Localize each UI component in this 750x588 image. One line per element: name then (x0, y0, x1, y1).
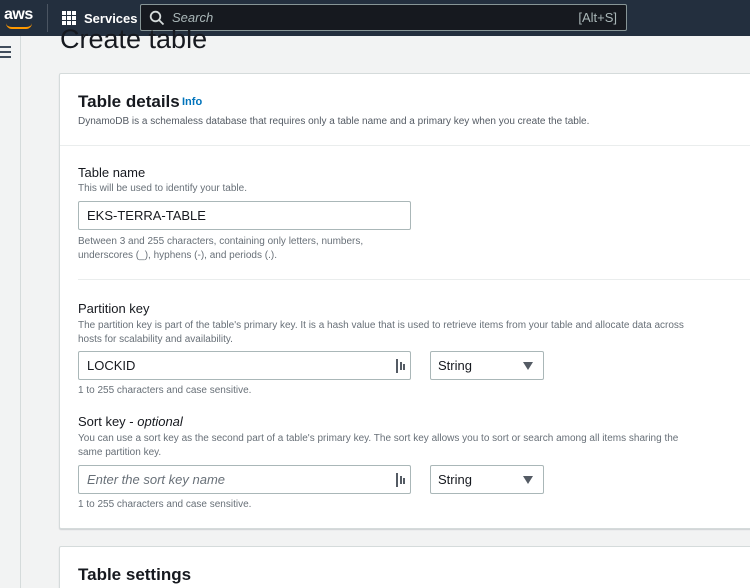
nav-divider (47, 4, 48, 32)
caret-down-icon (523, 362, 533, 370)
sort-key-placeholder: Enter the sort key name (87, 472, 226, 487)
sort-key-optional: optional (137, 414, 183, 429)
password-manager-icon (396, 359, 405, 373)
table-name-input[interactable]: EKS-TERRA-TABLE (78, 201, 411, 230)
sort-key-label-text: Sort key - (78, 414, 138, 429)
table-name-label: Table name (78, 165, 146, 180)
partition-key-hint: 1 to 255 characters and case sensitive. (78, 385, 252, 396)
sort-key-description-line2: same partition key. (78, 447, 162, 458)
sort-key-description-line1: You can use a sort key as the second par… (78, 433, 679, 444)
left-rail-divider (20, 36, 21, 588)
info-link[interactable]: Info (182, 96, 202, 108)
sort-key-hint: 1 to 255 characters and case sensitive. (78, 499, 252, 510)
section-divider (78, 279, 750, 280)
partition-key-input[interactable]: LOCKID (78, 351, 411, 380)
table-details-header: Table details Info DynamoDB is a schemal… (60, 74, 750, 146)
table-name-description: This will be used to identify your table… (78, 183, 247, 194)
partition-key-description-line2: hosts for scalability and availability. (78, 334, 233, 345)
sort-key-type-value: String (438, 472, 472, 487)
partition-key-label: Partition key (78, 301, 150, 316)
aws-smile-icon (6, 23, 32, 29)
table-details-panel: Table details Info DynamoDB is a schemal… (59, 73, 750, 529)
aws-logo-text: aws (4, 6, 33, 23)
table-name-hint-line2: underscores (_), hyphens (-), and period… (78, 250, 277, 261)
partition-key-value: LOCKID (87, 358, 136, 373)
partition-key-type-value: String (438, 358, 472, 373)
password-manager-icon (396, 473, 405, 487)
sort-key-input[interactable]: Enter the sort key name (78, 465, 411, 494)
table-name-hint-line1: Between 3 and 255 characters, containing… (78, 236, 364, 247)
table-name-value: EKS-TERRA-TABLE (87, 208, 206, 223)
table-settings-title: Table settings (78, 565, 192, 584)
search-placeholder: Search (172, 10, 214, 25)
sort-key-type-select[interactable]: String (430, 465, 544, 494)
search-input[interactable]: Search [Alt+S] (140, 4, 627, 31)
search-shortcut: [Alt+S] (578, 10, 617, 25)
caret-down-icon (523, 476, 533, 484)
table-details-description: DynamoDB is a schemaless database that r… (78, 116, 590, 127)
partition-key-description-line1: The partition key is part of the table's… (78, 320, 684, 331)
aws-logo[interactable]: aws (4, 6, 34, 30)
services-grid-icon (62, 11, 76, 25)
partition-key-type-select[interactable]: String (430, 351, 544, 380)
page-title: Create table (60, 24, 208, 54)
table-details-title: Table details (78, 92, 180, 111)
sort-key-label: Sort key - optional (78, 414, 183, 429)
table-settings-panel: Table settings (59, 546, 750, 588)
menu-icon[interactable] (0, 46, 12, 58)
